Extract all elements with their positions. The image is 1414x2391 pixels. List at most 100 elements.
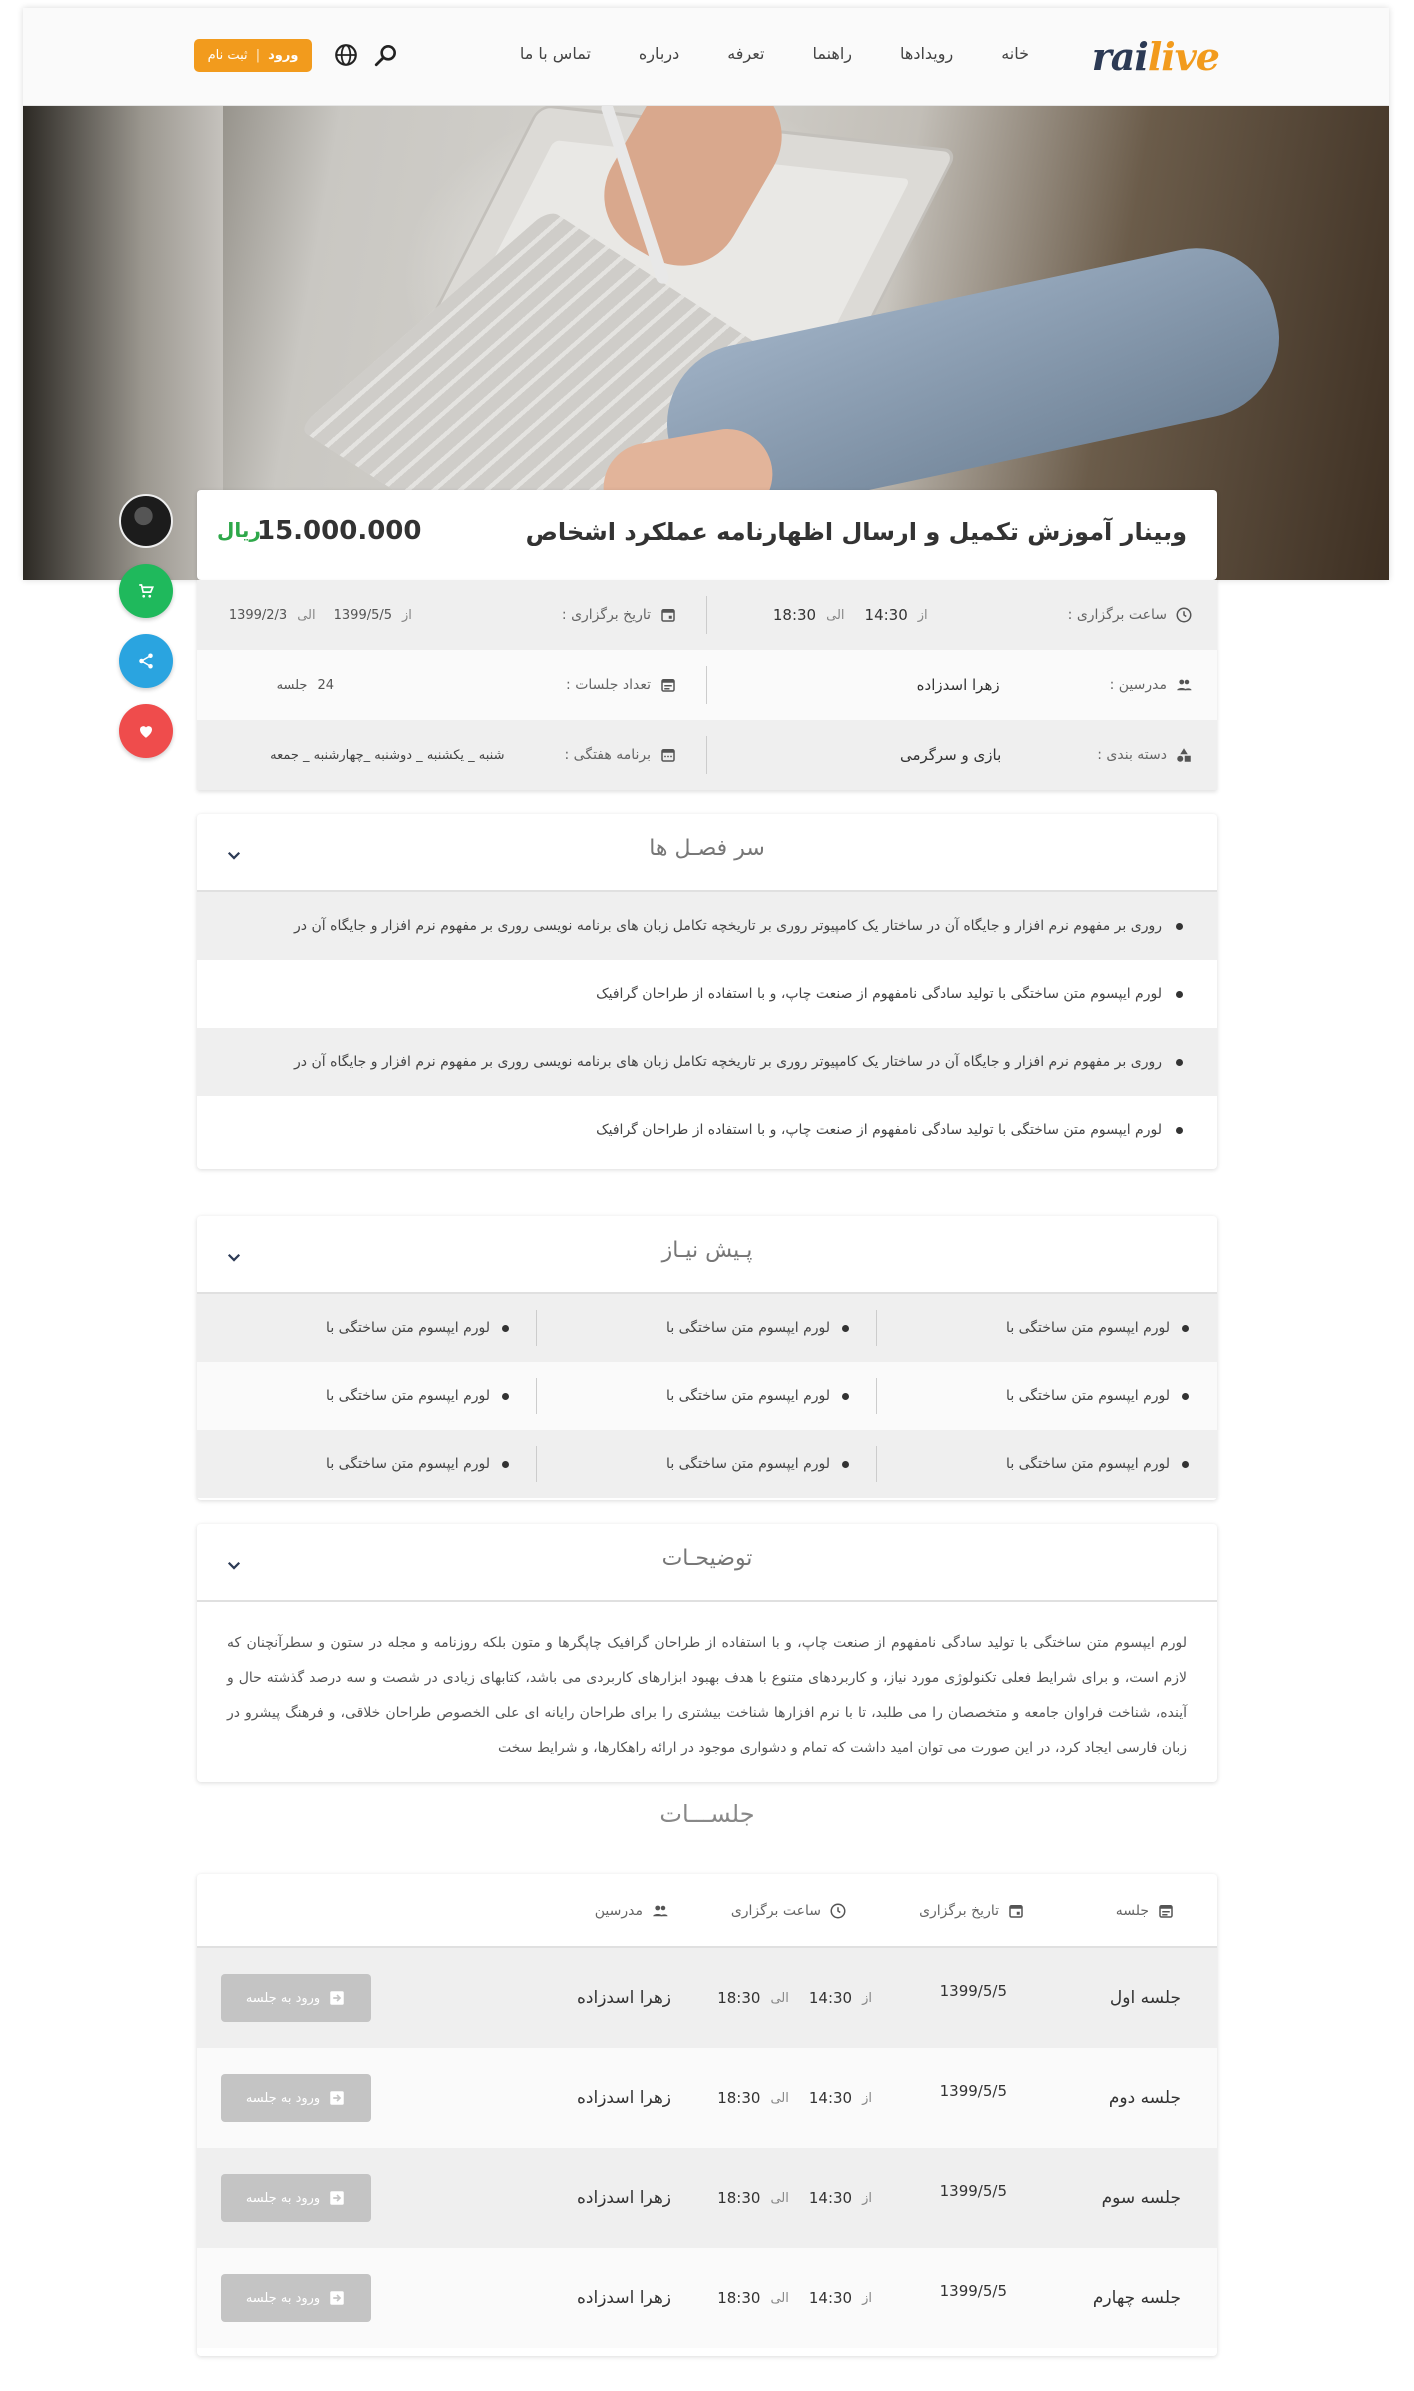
search-icon[interactable] xyxy=(373,42,399,68)
list-item: روری بر مفهوم نرم افزار و جایگاه آن در س… xyxy=(197,892,1217,960)
register-link[interactable]: ثبت نام xyxy=(208,48,248,63)
category-label-text: دسته بندی : xyxy=(1097,747,1167,763)
prereq-header[interactable]: پـیش نیـاز xyxy=(197,1216,1217,1294)
chevron-down-icon[interactable] xyxy=(225,846,243,864)
session-date: 1399/5/5 xyxy=(940,2048,1007,2148)
table-row: جلسه چهارم 1399/5/5 از 14:30 الی 18:30 زهرا اس… xyxy=(197,2248,1217,2348)
info-divider xyxy=(706,596,707,634)
calendar-list-icon xyxy=(1159,1905,1173,1918)
add-to-cart-button[interactable] xyxy=(119,564,173,618)
info-row-category: دسته بندی : بازی و سرگرمی برنامه هفتگی :… xyxy=(197,720,1217,790)
nav-pricing[interactable]: تعرفه xyxy=(727,44,764,63)
date-label-text: تاریخ برگزاری : xyxy=(561,607,651,623)
time-from-word: از xyxy=(917,607,928,623)
avatar[interactable] xyxy=(119,494,173,548)
sessions-count-label-text: تعداد جلسات : xyxy=(566,677,651,693)
sessions-count: 24 xyxy=(317,677,335,693)
date-label: تاریخ برگزاری : xyxy=(562,606,677,624)
people-icon xyxy=(653,1905,668,1917)
enter-icon xyxy=(330,2291,344,2305)
time-from: 14:30 xyxy=(864,606,908,624)
enter-session-label: ورود به جلسه xyxy=(245,2190,321,2206)
list-item: لورم ایپسوم متن ساختگی با تولید سادگی نا… xyxy=(197,1096,1217,1164)
cart-icon xyxy=(139,584,155,598)
prereq-text: لورم ایپسوم متن ساختگی با xyxy=(1006,1456,1170,1472)
session-time: از 14:30 الی 18:30 xyxy=(717,2048,872,2148)
prereq-text: لورم ایپسوم متن ساختگی با xyxy=(666,1388,830,1404)
event-price: 15.000.000 xyxy=(257,516,422,546)
session-date: 1399/5/5 xyxy=(940,2248,1007,2348)
session-from-word: از xyxy=(862,2190,872,2206)
session-from-word: از xyxy=(862,2090,872,2106)
topics-header[interactable]: سر فصـل ها xyxy=(197,814,1217,892)
nav-guide[interactable]: راهنما xyxy=(812,44,852,63)
description-card: توضیحـات لورم ایپسوم متن ساختگی با تولید… xyxy=(197,1524,1217,1782)
nav-contact[interactable]: تماس با ما xyxy=(520,44,591,63)
prereq-item: لورم ایپسوم متن ساختگی با xyxy=(537,1430,877,1498)
login-link[interactable]: ورود xyxy=(268,48,298,63)
people-icon xyxy=(1177,679,1192,691)
sessions-unit: جلسه xyxy=(276,677,308,693)
enter-session-button[interactable]: ورود به جلسه xyxy=(221,2274,371,2322)
prereq-item: لورم ایپسوم متن ساختگی با xyxy=(197,1430,537,1498)
session-from-word: از xyxy=(862,2290,872,2306)
enter-session-button[interactable]: ورود به جلسه xyxy=(221,2074,371,2122)
header-date: تاریخ برگزاری xyxy=(919,1874,1025,1948)
prereq-row: لورم ایپسوم متن ساختگی با لورم ایپسوم مت… xyxy=(197,1294,1217,1362)
topic-text: لورم ایپسوم متن ساختگی با تولید سادگی نا… xyxy=(596,986,1162,1002)
session-name: جلسه چهارم xyxy=(1093,2248,1181,2348)
calendar-list-icon xyxy=(661,679,675,692)
info-row-time: ساعت برگزاری : از 14:30 الی 18:30 تاریخ … xyxy=(197,580,1217,650)
prereq-text: لورم ایپسوم متن ساختگی با xyxy=(666,1456,830,1472)
event-title: وبینار آموزش تکمیل و ارسال اظهارنامه عمل… xyxy=(525,518,1187,546)
session-to: 18:30 xyxy=(717,1989,761,2007)
session-teacher: زهرا اسدزاده xyxy=(577,2148,671,2248)
description-title: توضیحـات xyxy=(661,1546,753,1571)
prereq-row: لورم ایپسوم متن ساختگی با لورم ایپسوم مت… xyxy=(197,1430,1217,1498)
sessions-count-cell: تعداد جلسات : 24 جلسه xyxy=(277,650,677,720)
enter-session-button[interactable]: ورود به جلسه xyxy=(221,2174,371,2222)
chevron-down-icon[interactable] xyxy=(225,1556,243,1574)
session-teacher-text: زهرا اسدزاده xyxy=(577,1988,671,2008)
chevron-down-icon[interactable] xyxy=(225,1248,243,1266)
session-name-text: جلسه سوم xyxy=(1101,2188,1181,2208)
prereq-item: لورم ایپسوم متن ساختگی با xyxy=(877,1294,1217,1362)
nav-about[interactable]: درباره xyxy=(639,44,679,63)
nav-events[interactable]: رویدادها xyxy=(900,44,953,63)
date-to: 1399/2/3 xyxy=(228,607,288,623)
auth-button-group: ورود | ثبت نام xyxy=(194,39,312,72)
share-button[interactable] xyxy=(119,634,173,688)
like-button[interactable] xyxy=(119,704,173,758)
share-icon xyxy=(139,653,153,669)
site-logo[interactable]: railive xyxy=(1092,34,1220,79)
session-to: 18:30 xyxy=(717,2089,761,2107)
prereq-item: لورم ایپسوم متن ساختگی با xyxy=(537,1294,877,1362)
session-date-text: 1399/5/5 xyxy=(939,1982,1007,2000)
time-cell: ساعت برگزاری : از 14:30 الی 18:30 xyxy=(773,580,1193,650)
site-header: railive خانه رویدادها راهنما تعرفه دربار… xyxy=(23,8,1389,106)
session-date: 1399/5/5 xyxy=(940,2148,1007,2248)
teachers-cell: مدرسین : زهرا اسدزاده xyxy=(917,650,1193,720)
calendar-icon xyxy=(661,609,675,622)
header-session: جلسه xyxy=(1116,1874,1175,1948)
table-row: جلسه دوم 1399/5/5 از 14:30 الی 18:30 زهرا اسدز… xyxy=(197,2048,1217,2148)
nav-home[interactable]: خانه xyxy=(1001,44,1029,63)
prereq-item: لورم ایپسوم متن ساختگی با xyxy=(877,1430,1217,1498)
header-teachers-text: مدرسین xyxy=(594,1903,643,1919)
teachers-label-text: مدرسین : xyxy=(1109,677,1167,693)
bullet-icon xyxy=(1176,1058,1183,1066)
calendar-week-icon xyxy=(661,749,675,762)
session-name: جلسه دوم xyxy=(1109,2048,1181,2148)
prerequisites-card: پـیش نیـاز لورم ایپسوم متن ساختگی با لور… xyxy=(197,1216,1217,1500)
session-date: 1399/5/5 xyxy=(940,1948,1007,2048)
description-header[interactable]: توضیحـات xyxy=(197,1524,1217,1602)
enter-icon xyxy=(330,1991,344,2005)
enter-session-button[interactable]: ورود به جلسه xyxy=(221,1974,371,2022)
session-from: 14:30 xyxy=(808,2189,853,2207)
prereq-text: لورم ایپسوم متن ساختگی با xyxy=(666,1320,830,1336)
globe-icon[interactable] xyxy=(333,42,359,68)
date-cell: تاریخ برگزاری : از 1399/5/5 الی 1399/2/3 xyxy=(229,580,677,650)
info-row-teachers: مدرسین : زهرا اسدزاده تعداد جلسات : 24 ج… xyxy=(197,650,1217,720)
session-to: 18:30 xyxy=(717,2189,761,2207)
info-divider xyxy=(706,666,707,704)
